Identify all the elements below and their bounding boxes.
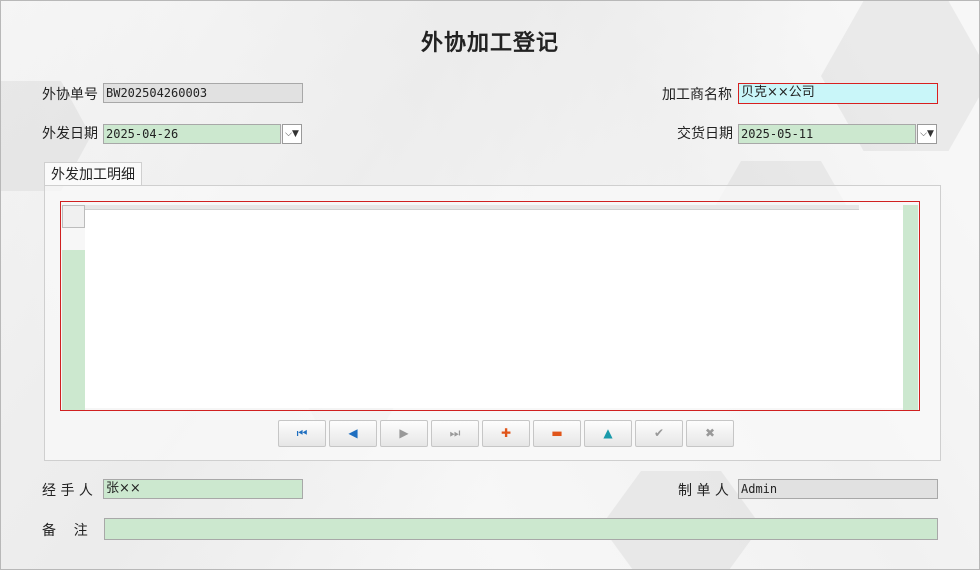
cancel-record-button[interactable]: ✖: [686, 420, 734, 447]
handler-field[interactable]: 张××: [103, 479, 303, 499]
up-triangle-icon: ▲: [603, 426, 613, 440]
memo-label: 备 注: [42, 523, 88, 539]
next-record-button[interactable]: ▶: [380, 420, 428, 447]
send-date-field[interactable]: 2025-04-26: [103, 124, 281, 144]
plus-icon: ✚: [500, 426, 512, 440]
grid-header: [85, 205, 859, 210]
grid-body[interactable]: [85, 210, 903, 408]
form-window: 外协加工登记 外协单号 BW202504260003 加工商名称 贝克××公司 …: [0, 0, 980, 570]
check-icon: ✔: [653, 426, 665, 440]
next-icon: ▶: [399, 426, 409, 440]
form-title: 外协加工登记: [420, 30, 559, 56]
prior-record-button[interactable]: ◀: [329, 420, 377, 447]
first-record-button[interactable]: ⏮: [278, 420, 326, 447]
send-date-dropdown-icon[interactable]: ⌵▼: [282, 124, 302, 144]
memo-field[interactable]: [104, 518, 938, 540]
grid-row-indicator: [62, 250, 85, 410]
last-icon: ⏭: [449, 426, 461, 440]
creator-label: 制 单 人: [678, 483, 729, 499]
cross-icon: ✖: [704, 426, 716, 440]
delivery-date-dropdown-icon[interactable]: ⌵▼: [917, 124, 937, 144]
last-record-button[interactable]: ⏭: [431, 420, 479, 447]
processor-field[interactable]: 贝克××公司: [738, 83, 938, 104]
send-date-label: 外发日期: [42, 126, 98, 142]
delete-record-button[interactable]: ▬: [533, 420, 581, 447]
edit-record-button[interactable]: ▲: [584, 420, 632, 447]
insert-record-button[interactable]: ✚: [482, 420, 530, 447]
grid-scrollbar[interactable]: [903, 205, 918, 410]
post-record-button[interactable]: ✔: [635, 420, 683, 447]
first-icon: ⏮: [296, 426, 308, 440]
creator-field[interactable]: Admin: [738, 479, 938, 499]
grid-corner[interactable]: [62, 205, 85, 228]
processor-label: 加工商名称: [662, 87, 732, 103]
detail-grid[interactable]: [60, 201, 920, 411]
handler-label: 经 手 人: [42, 483, 93, 499]
minus-icon: ▬: [551, 426, 563, 440]
order-no-field[interactable]: BW202504260003: [103, 83, 303, 103]
tab-detail[interactable]: 外发加工明细: [44, 162, 142, 186]
delivery-date-field[interactable]: 2025-05-11: [738, 124, 916, 144]
order-no-label: 外协单号: [42, 87, 98, 103]
delivery-date-label: 交货日期: [677, 126, 733, 142]
prior-icon: ◀: [348, 426, 358, 440]
